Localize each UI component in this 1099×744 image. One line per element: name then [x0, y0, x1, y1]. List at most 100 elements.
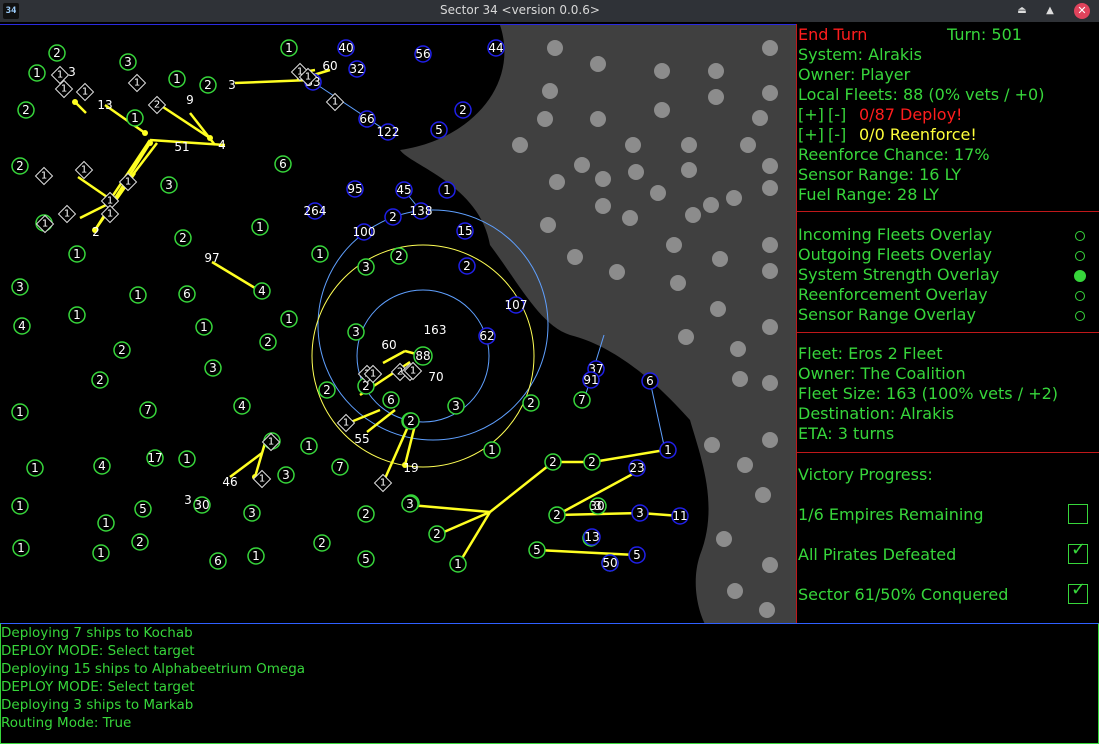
- star-system[interactable]: 1: [129, 286, 147, 304]
- star-system[interactable]: 4: [13, 317, 31, 335]
- star-system[interactable]: 6: [382, 391, 400, 409]
- star-system[interactable]: 2: [91, 371, 109, 389]
- fleet-marker[interactable]: 2: [147, 95, 167, 115]
- star-system[interactable]: 40: [337, 39, 355, 57]
- star-system[interactable]: 2: [259, 333, 277, 351]
- fleet-marker[interactable]: 1: [54, 79, 74, 99]
- star-system[interactable]: 5: [528, 541, 546, 559]
- overlay-outgoing-label[interactable]: Outgoing Fleets Overlay: [798, 245, 992, 265]
- star-system[interactable]: 6: [641, 372, 659, 390]
- star-system[interactable]: 6: [178, 285, 196, 303]
- star-system[interactable]: 2: [544, 453, 562, 471]
- star-system[interactable]: 32: [348, 60, 366, 78]
- star-system[interactable]: 2: [174, 229, 192, 247]
- star-system[interactable]: 6: [274, 155, 292, 173]
- overlay-outgoing-toggle[interactable]: [1075, 251, 1085, 261]
- star-system[interactable]: 4: [93, 457, 111, 475]
- star-system[interactable]: 2: [113, 341, 131, 359]
- star-system[interactable]: 1: [449, 555, 467, 573]
- star-system[interactable]: 1: [26, 459, 44, 477]
- star-system[interactable]: 11: [671, 507, 689, 525]
- star-system[interactable]: 4: [233, 397, 251, 415]
- star-system[interactable]: 2: [454, 101, 472, 119]
- star-system[interactable]: 2: [384, 208, 402, 226]
- star-system[interactable]: 3: [631, 504, 649, 522]
- star-system[interactable]: 1: [280, 310, 298, 328]
- overlay-sensor-label[interactable]: Sensor Range Overlay: [798, 305, 976, 325]
- star-system[interactable]: 2: [313, 534, 331, 552]
- star-system[interactable]: 4: [253, 282, 271, 300]
- star-system[interactable]: 95: [346, 180, 364, 198]
- star-system[interactable]: 45: [395, 181, 413, 199]
- star-system[interactable]: 264: [304, 202, 327, 220]
- star-system[interactable]: 13: [583, 528, 601, 546]
- star-system[interactable]: 44: [487, 39, 505, 57]
- star-system[interactable]: 1: [247, 547, 265, 565]
- star-system[interactable]: 1: [126, 109, 144, 127]
- star-system[interactable]: 1: [659, 441, 677, 459]
- overlay-reenforcement-label[interactable]: Reenforcement Overlay: [798, 285, 988, 305]
- star-system[interactable]: 3: [277, 466, 295, 484]
- overlay-reenforcement-toggle[interactable]: [1075, 291, 1085, 301]
- star-system[interactable]: 1: [68, 245, 86, 263]
- star-system[interactable]: 1: [92, 544, 110, 562]
- star-system[interactable]: 7: [573, 391, 591, 409]
- star-system[interactable]: 1: [438, 181, 456, 199]
- star-system[interactable]: 88: [413, 346, 433, 366]
- star-system[interactable]: 2: [17, 101, 35, 119]
- star-system[interactable]: 3: [160, 176, 178, 194]
- star-system[interactable]: 1: [178, 450, 196, 468]
- star-system[interactable]: 2: [48, 44, 66, 62]
- star-system[interactable]: 1: [483, 441, 501, 459]
- deploy-button[interactable]: 0/87 Deploy!: [859, 105, 962, 125]
- deploy-minus-button[interactable]: [-]: [828, 105, 846, 125]
- overlay-strength-label[interactable]: System Strength Overlay: [798, 265, 999, 285]
- fleet-marker[interactable]: 1: [325, 92, 345, 112]
- reenforce-plus-button[interactable]: [+]: [798, 125, 824, 145]
- eject-icon[interactable]: ⏏: [1014, 3, 1030, 19]
- star-system[interactable]: 1: [68, 306, 86, 324]
- star-system[interactable]: 2: [318, 381, 336, 399]
- star-system[interactable]: 3: [11, 278, 29, 296]
- star-system[interactable]: 1: [12, 539, 30, 557]
- star-system[interactable]: 2: [428, 525, 446, 543]
- star-system[interactable]: 1: [11, 497, 29, 515]
- star-system[interactable]: 2: [199, 76, 217, 94]
- star-system[interactable]: 2: [390, 247, 408, 265]
- fleet-marker[interactable]: 1: [336, 413, 356, 433]
- star-system[interactable]: 107: [505, 296, 528, 314]
- star-system[interactable]: 1: [280, 39, 298, 57]
- star-system[interactable]: 30: [193, 496, 211, 514]
- star-system[interactable]: 56: [414, 45, 432, 63]
- star-system[interactable]: 2: [548, 506, 566, 524]
- star-system[interactable]: 100: [353, 223, 376, 241]
- overlay-incoming-label[interactable]: Incoming Fleets Overlay: [798, 225, 992, 245]
- fleet-marker[interactable]: 1: [50, 65, 70, 85]
- star-system[interactable]: 5: [628, 546, 646, 564]
- star-system[interactable]: 7: [331, 458, 349, 476]
- galaxy-map-canvas[interactable]: 2131212132612316412123217431141713115311…: [0, 25, 797, 624]
- star-system[interactable]: 2: [522, 394, 540, 412]
- end-turn-button[interactable]: End Turn: [798, 25, 867, 45]
- star-system[interactable]: 23: [628, 459, 646, 477]
- star-system[interactable]: 2: [402, 412, 420, 430]
- fleet-marker[interactable]: 1: [75, 82, 95, 102]
- star-system[interactable]: 2: [131, 533, 149, 551]
- star-system[interactable]: 3: [119, 53, 137, 71]
- star-system[interactable]: 3: [347, 323, 365, 341]
- star-system[interactable]: 50: [601, 554, 619, 572]
- star-system[interactable]: 1: [300, 437, 318, 455]
- star-system[interactable]: 3: [447, 397, 465, 415]
- overlay-sensor-toggle[interactable]: [1075, 311, 1085, 321]
- star-system[interactable]: 15: [456, 222, 474, 240]
- star-system[interactable]: 122: [377, 123, 400, 141]
- star-system[interactable]: 5: [134, 500, 152, 518]
- star-system[interactable]: 1: [311, 245, 329, 263]
- fleet-marker[interactable]: 1: [57, 204, 77, 224]
- star-system[interactable]: 3: [357, 258, 375, 276]
- fleet-marker[interactable]: 1: [373, 473, 393, 493]
- fleet-marker[interactable]: 1: [127, 73, 147, 93]
- star-system[interactable]: 138: [410, 202, 433, 220]
- star-system[interactable]: 2: [583, 453, 601, 471]
- star-system[interactable]: 1: [28, 64, 46, 82]
